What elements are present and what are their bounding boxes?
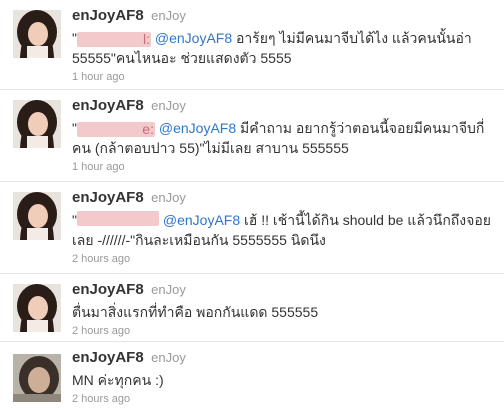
tweet-item: enJoyAF8 enJoy " l: @enJoyAF8 อาร้ยๆ ไม่ม… [0, 0, 504, 90]
redacted-username: l: [76, 32, 151, 47]
timestamp-link[interactable]: 1 hour ago [72, 161, 496, 173]
tweet-item: enJoyAF8 enJoy " e: @enJoyAF8 มีคำถาม อยา… [0, 90, 504, 182]
redacted-username [76, 211, 159, 226]
tweet-text: " l: @enJoyAF8 อาร้ยๆ ไม่มีคนมาจีบได้ไง แ… [72, 28, 496, 68]
timestamp-link[interactable]: 2 hours ago [72, 325, 496, 337]
mention-link[interactable]: @enJoyAF8 [155, 30, 232, 46]
real-name: enJoy [151, 98, 186, 113]
tweet-header: enJoyAF8 enJoy [72, 96, 496, 116]
real-name: enJoy [151, 8, 186, 23]
tweet-item: enJoyAF8 enJoy " @enJoyAF8 เฮ้ !! เช้านี… [0, 182, 504, 274]
tweet-header: enJoyAF8 enJoy [72, 188, 496, 208]
screen-name-link[interactable]: enJoyAF8 [72, 281, 144, 298]
tweet-header: enJoyAF8 enJoy [72, 6, 496, 26]
avatar[interactable] [13, 10, 61, 58]
mention-link[interactable]: @enJoyAF8 [163, 212, 240, 228]
tweet-item: enJoyAF8 enJoy ตื่นมาสิ่งแรกที่ทำคือ พอก… [0, 274, 504, 342]
timestamp-link[interactable]: 1 hour ago [72, 71, 496, 83]
avatar[interactable] [13, 100, 61, 148]
avatar[interactable] [13, 192, 61, 240]
tweet-text: " @enJoyAF8 เฮ้ !! เช้านี้ได้กิน should … [72, 210, 496, 250]
screen-name-link[interactable]: enJoyAF8 [72, 349, 144, 366]
screen-name-link[interactable]: enJoyAF8 [72, 189, 144, 206]
tweet-text: ตื่นมาสิ่งแรกที่ทำคือ พอกกันแดด 555555 [72, 304, 319, 320]
tweet-text: MN ค่ะทุกคน :) [72, 372, 164, 388]
tweet-text: " e: @enJoyAF8 มีคำถาม อยากรู้ว่าตอนนี้จอ… [72, 118, 496, 158]
tweet-content: enJoyAF8 enJoy " l: @enJoyAF8 อาร้ยๆ ไม่ม… [72, 6, 496, 83]
screen-name-link[interactable]: enJoyAF8 [72, 7, 144, 24]
tweet-content: enJoyAF8 enJoy " e: @enJoyAF8 มีคำถาม อยา… [72, 96, 496, 173]
redacted-username: e: [76, 122, 155, 137]
tweet-content: enJoyAF8 enJoy ตื่นมาสิ่งแรกที่ทำคือ พอก… [72, 280, 496, 337]
tweet-timeline: enJoyAF8 enJoy " l: @enJoyAF8 อาร้ยๆ ไม่ม… [0, 0, 504, 410]
tweet-header: enJoyAF8 enJoy [72, 280, 496, 300]
tweet-content: enJoyAF8 enJoy " @enJoyAF8 เฮ้ !! เช้านี… [72, 188, 496, 265]
real-name: enJoy [151, 350, 186, 365]
tweet-header: enJoyAF8 enJoy [72, 348, 496, 368]
avatar[interactable] [13, 354, 61, 402]
timestamp-link[interactable]: 2 hours ago [72, 253, 496, 265]
tweet-item: enJoyAF8 enJoy MN ค่ะทุกคน :) 2 hours ag… [0, 342, 504, 410]
real-name: enJoy [151, 190, 186, 205]
avatar[interactable] [13, 284, 61, 332]
mention-link[interactable]: @enJoyAF8 [159, 120, 236, 136]
real-name: enJoy [151, 282, 186, 297]
screen-name-link[interactable]: enJoyAF8 [72, 97, 144, 114]
tweet-content: enJoyAF8 enJoy MN ค่ะทุกคน :) 2 hours ag… [72, 348, 496, 405]
timestamp-link[interactable]: 2 hours ago [72, 393, 496, 405]
